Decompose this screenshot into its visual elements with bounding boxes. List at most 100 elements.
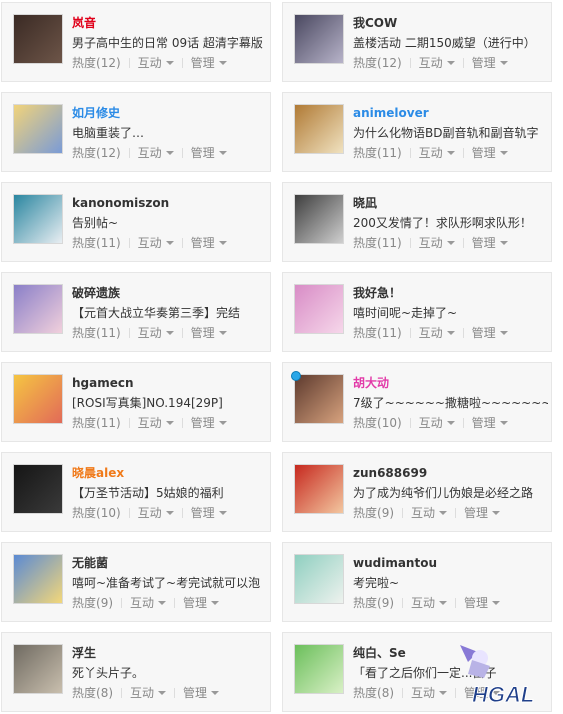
- heat-label: 热度: [353, 416, 378, 430]
- user-name-link[interactable]: hgamecn: [72, 376, 134, 390]
- avatar[interactable]: [294, 554, 344, 604]
- manage-dropdown[interactable]: 管理: [191, 236, 227, 250]
- user-card: 晓晨alex 【万圣节活动】5姑娘的福利 热度(10) 互动 管理: [1, 452, 271, 532]
- user-status-text[interactable]: 考完啦~: [353, 576, 399, 590]
- avatar[interactable]: [13, 644, 63, 694]
- card-meta-row: 热度(11) 互动 管理: [353, 146, 508, 160]
- avatar[interactable]: [294, 14, 344, 64]
- user-name-link[interactable]: 破碎遗族: [72, 286, 120, 300]
- divider: [181, 418, 183, 428]
- user-status-text[interactable]: 嘻时间呢~走掉了~: [353, 306, 457, 320]
- interact-dropdown[interactable]: 互动: [138, 416, 174, 430]
- avatar[interactable]: [13, 194, 63, 244]
- avatar-image: [295, 195, 343, 243]
- user-card: 如月修史 电脑重装了… 热度(12) 互动 管理: [1, 92, 271, 172]
- avatar-image: [14, 465, 62, 513]
- user-name-link[interactable]: 如月修史: [72, 106, 120, 120]
- card-meta-row: 热度(10) 互动 管理: [72, 506, 227, 520]
- interact-dropdown[interactable]: 互动: [419, 146, 455, 160]
- avatar[interactable]: [13, 464, 63, 514]
- interact-dropdown[interactable]: 互动: [138, 506, 174, 520]
- avatar[interactable]: [13, 14, 63, 64]
- interact-label: 互动: [130, 686, 155, 700]
- heat-label: 热度: [353, 146, 378, 160]
- user-name-link[interactable]: animelover: [353, 106, 429, 120]
- manage-dropdown[interactable]: 管理: [472, 326, 508, 340]
- interact-dropdown[interactable]: 互动: [419, 236, 455, 250]
- manage-dropdown[interactable]: 管理: [464, 506, 501, 520]
- manage-dropdown[interactable]: 管理: [183, 596, 220, 610]
- interact-dropdown[interactable]: 互动: [138, 56, 174, 70]
- avatar[interactable]: [294, 104, 344, 154]
- avatar[interactable]: [294, 194, 344, 244]
- manage-dropdown[interactable]: 管理: [191, 416, 227, 430]
- watermark-logo-icon: HGAL: [460, 645, 535, 708]
- user-status-text[interactable]: 嘻呵~准备考试了~考完试就可以泡: [72, 576, 260, 590]
- divider: [121, 598, 123, 608]
- interact-dropdown[interactable]: 互动: [419, 56, 455, 70]
- user-name-link[interactable]: 岚音: [72, 16, 96, 30]
- manage-dropdown[interactable]: 管理: [191, 56, 227, 70]
- interact-dropdown[interactable]: 互动: [411, 506, 448, 520]
- user-name-link[interactable]: 纯白、Se: [353, 646, 406, 660]
- interact-label: 互动: [418, 146, 443, 160]
- user-status-text[interactable]: 电脑重装了…: [72, 126, 144, 140]
- avatar[interactable]: [13, 554, 63, 604]
- avatar[interactable]: [13, 104, 63, 154]
- manage-dropdown[interactable]: 管理: [191, 506, 227, 520]
- avatar[interactable]: [294, 464, 344, 514]
- user-name-link[interactable]: 浮生: [72, 646, 96, 660]
- user-status-text[interactable]: 盖楼活动 二期150威望（进行中）: [353, 36, 536, 50]
- interact-dropdown[interactable]: 互动: [419, 326, 455, 340]
- user-status-text[interactable]: 【万圣节活动】5姑娘的福利: [72, 486, 224, 500]
- divider: [462, 148, 464, 158]
- user-card: animelover 为什么化物语BD副音轨和副音轨字 热度(11) 互动 管理: [282, 92, 552, 172]
- user-card: zun688699 为了成为纯爷们儿伪娘是必经之路 热度(9) 互动 管理: [282, 452, 552, 532]
- user-status-text[interactable]: 为什么化物语BD副音轨和副音轨字: [353, 126, 538, 140]
- user-name-link[interactable]: wudimantou: [353, 556, 437, 570]
- interact-dropdown[interactable]: 互动: [130, 596, 167, 610]
- user-status-text[interactable]: 7级了~~~~~~撒糖啦~~~~~~~: [353, 396, 548, 410]
- interact-dropdown[interactable]: 互动: [419, 416, 455, 430]
- user-name-link[interactable]: kanonomiszon: [72, 196, 169, 210]
- user-status-text[interactable]: 告别帖~: [72, 216, 118, 230]
- user-status-text[interactable]: 死丫头片子。: [72, 666, 144, 680]
- manage-dropdown[interactable]: 管理: [472, 236, 508, 250]
- chevron-down-icon: [446, 61, 455, 65]
- manage-dropdown[interactable]: 管理: [472, 56, 508, 70]
- user-status-text[interactable]: 【元首大战立华奏第三季】完结: [72, 306, 240, 320]
- manage-label: 管理: [190, 146, 215, 160]
- heat-value: (10): [377, 416, 402, 430]
- user-name-link[interactable]: 晓晨alex: [72, 466, 124, 480]
- manage-dropdown[interactable]: 管理: [472, 416, 508, 430]
- user-status-text[interactable]: [ROSI写真集]NO.194[29P]: [72, 396, 223, 410]
- interact-dropdown[interactable]: 互动: [411, 596, 448, 610]
- manage-dropdown[interactable]: 管理: [472, 146, 508, 160]
- interact-dropdown[interactable]: 互动: [138, 326, 174, 340]
- user-name-link[interactable]: 我COW: [353, 16, 397, 30]
- manage-dropdown[interactable]: 管理: [191, 326, 227, 340]
- user-name-link[interactable]: zun688699: [353, 466, 427, 480]
- avatar[interactable]: [294, 644, 344, 694]
- interact-dropdown[interactable]: 互动: [138, 146, 174, 160]
- card-meta-row: 热度(11) 互动 管理: [72, 236, 227, 250]
- avatar[interactable]: [294, 374, 344, 424]
- manage-dropdown[interactable]: 管理: [183, 686, 220, 700]
- interact-label: 互动: [137, 56, 162, 70]
- user-status-text[interactable]: 200又发情了！求队形啊求队形！: [353, 216, 532, 230]
- interact-dropdown[interactable]: 互动: [411, 686, 448, 700]
- interact-dropdown[interactable]: 互动: [138, 236, 174, 250]
- user-status-text[interactable]: 男子高中生的日常 09话 超清字幕版: [72, 36, 263, 50]
- manage-label: 管理: [183, 686, 208, 700]
- user-name-link[interactable]: 晓凪: [353, 196, 377, 210]
- user-name-link[interactable]: 无能菌: [72, 556, 108, 570]
- user-name-link[interactable]: 胡大动: [353, 376, 389, 390]
- manage-dropdown[interactable]: 管理: [191, 146, 227, 160]
- avatar[interactable]: [13, 284, 63, 334]
- manage-dropdown[interactable]: 管理: [464, 596, 501, 610]
- avatar[interactable]: [13, 374, 63, 424]
- interact-dropdown[interactable]: 互动: [130, 686, 167, 700]
- user-name-link[interactable]: 我好急！: [353, 286, 401, 300]
- user-status-text[interactable]: 为了成为纯爷们儿伪娘是必经之路: [353, 486, 533, 500]
- avatar[interactable]: [294, 284, 344, 334]
